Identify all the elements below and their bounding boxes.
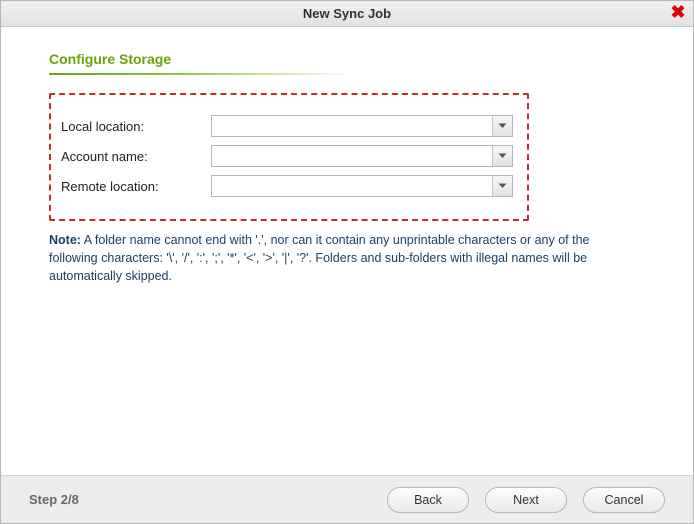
local-location-input[interactable]: [212, 116, 492, 136]
account-name-row: Account name:: [61, 145, 513, 167]
note-body: A folder name cannot end with '.', nor c…: [49, 233, 590, 283]
back-button[interactable]: Back: [387, 487, 469, 513]
chevron-down-icon: [498, 153, 507, 159]
storage-form-box: Local location: Account name:: [49, 93, 529, 221]
remote-location-row: Remote location:: [61, 175, 513, 197]
local-location-label: Local location:: [61, 119, 211, 134]
remote-location-dropdown-button[interactable]: [492, 176, 512, 196]
local-location-row: Local location:: [61, 115, 513, 137]
cancel-button-label: Cancel: [605, 493, 644, 507]
remote-location-combo[interactable]: [211, 175, 513, 197]
close-icon[interactable]: ✖: [669, 3, 687, 21]
local-location-combo[interactable]: [211, 115, 513, 137]
step-indicator: Step 2/8: [29, 492, 79, 507]
local-location-dropdown-button[interactable]: [492, 116, 512, 136]
chevron-down-icon: [498, 123, 507, 129]
footer-bar: Step 2/8 Back Next Cancel: [1, 475, 693, 523]
note-label: Note:: [49, 233, 81, 247]
account-name-dropdown-button[interactable]: [492, 146, 512, 166]
cancel-button[interactable]: Cancel: [583, 487, 665, 513]
next-button-label: Next: [513, 493, 539, 507]
account-name-combo[interactable]: [211, 145, 513, 167]
chevron-down-icon: [498, 183, 507, 189]
window-title: New Sync Job: [303, 6, 391, 21]
remote-location-input[interactable]: [212, 176, 492, 196]
section-divider: [49, 73, 429, 75]
next-button[interactable]: Next: [485, 487, 567, 513]
back-button-label: Back: [414, 493, 442, 507]
account-name-label: Account name:: [61, 149, 211, 164]
section-title: Configure Storage: [49, 51, 645, 67]
dialog-window: New Sync Job ✖ Configure Storage Local l…: [0, 0, 694, 524]
note-text: Note: A folder name cannot end with '.',…: [49, 231, 619, 285]
remote-location-label: Remote location:: [61, 179, 211, 194]
titlebar: New Sync Job ✖: [1, 1, 693, 27]
content-area: Configure Storage Local location: Accoun…: [1, 27, 693, 475]
account-name-input[interactable]: [212, 146, 492, 166]
